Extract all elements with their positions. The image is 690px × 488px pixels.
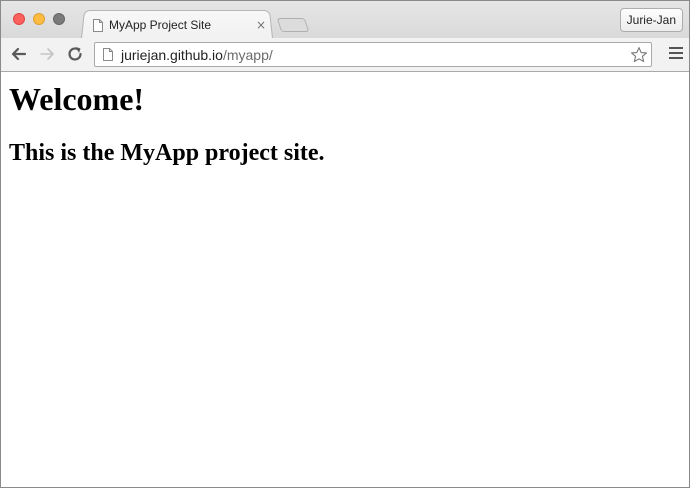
minimize-window-button[interactable] <box>33 13 45 25</box>
tab-title: MyApp Project Site <box>109 18 212 32</box>
reload-button[interactable] <box>65 44 85 64</box>
address-bar[interactable]: juriejan.github.io/myapp/ <box>94 42 652 67</box>
url-text[interactable]: juriejan.github.io/myapp/ <box>121 47 630 63</box>
toolbar: juriejan.github.io/myapp/ <box>1 38 689 72</box>
page-heading: Welcome! <box>9 81 145 117</box>
back-button[interactable] <box>9 44 29 64</box>
tab-content[interactable]: MyApp Project Site × <box>93 13 271 37</box>
tab-strip: MyApp Project Site × Jurie-Jan <box>1 1 689 38</box>
close-tab-icon[interactable]: × <box>255 18 267 32</box>
back-arrow-icon <box>11 47 27 61</box>
star-icon[interactable] <box>630 46 648 64</box>
page-content: Welcome! This is the MyApp project site. <box>1 72 689 487</box>
browser-window: MyApp Project Site × Jurie-Jan juriejan.… <box>0 0 690 488</box>
forward-arrow-icon <box>40 48 54 60</box>
profile-button[interactable]: Jurie-Jan <box>619 8 683 32</box>
page-icon <box>93 18 103 32</box>
page-subheading: This is the MyApp project site. <box>9 140 325 166</box>
page-icon <box>103 48 113 61</box>
zoom-window-button[interactable] <box>53 13 65 25</box>
reload-icon <box>68 47 82 61</box>
url-path: /myapp/ <box>222 46 273 63</box>
forward-button[interactable] <box>37 44 57 64</box>
close-window-button[interactable] <box>13 13 25 25</box>
url-host: juriejan.github.io <box>121 46 223 63</box>
hamburger-menu-icon[interactable] <box>669 47 683 61</box>
new-tab-button[interactable] <box>276 18 310 32</box>
